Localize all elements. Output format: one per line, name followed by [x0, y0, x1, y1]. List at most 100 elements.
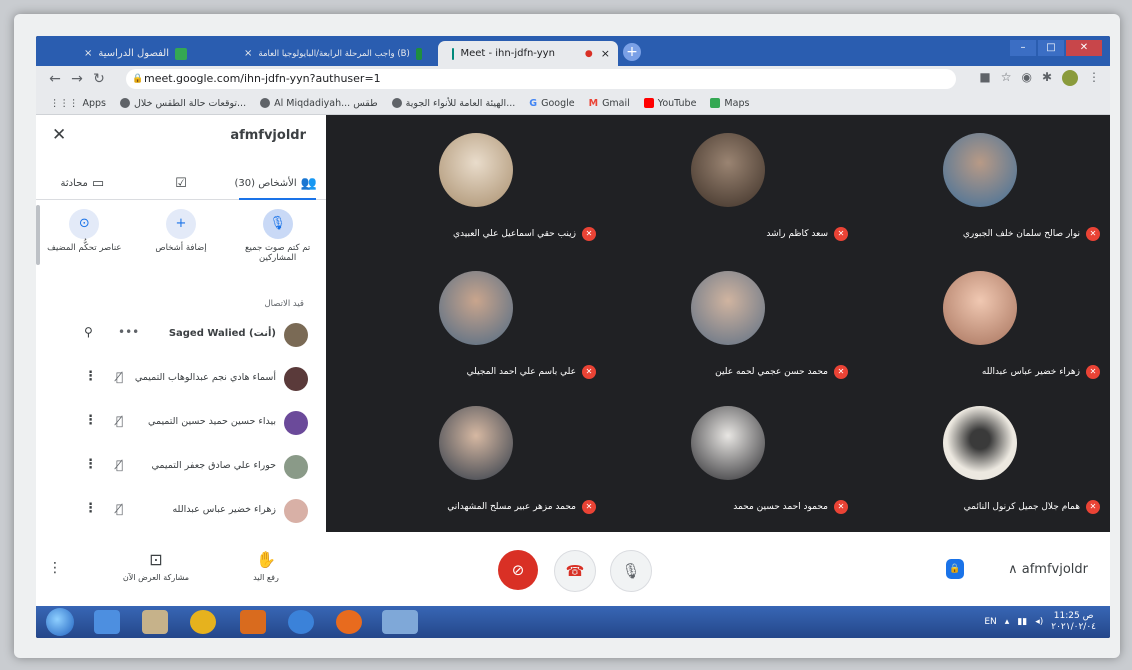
tab-activities[interactable]: ☑ [133, 167, 230, 199]
volume-icon[interactable]: ◂) [1035, 617, 1043, 627]
mic-off-icon: 🎙̸ [116, 414, 124, 428]
firefox-icon[interactable] [336, 610, 362, 634]
avatar [284, 499, 308, 523]
reload-icon[interactable]: ↻ [88, 71, 110, 87]
ie-icon[interactable] [94, 610, 120, 634]
mic-off-icon: 🎙̸ [116, 370, 124, 384]
start-button[interactable] [46, 608, 74, 636]
mic-off-icon: ✕ [834, 500, 848, 514]
tab-label: محادثة [60, 177, 88, 189]
explorer-icon[interactable] [142, 610, 168, 634]
present-now-button[interactable]: ⊡ مشاركة العرض الآن [116, 550, 196, 582]
forward-icon[interactable]: → [66, 71, 88, 87]
language-indicator[interactable]: EN [984, 617, 996, 627]
puzzle-icon[interactable]: ✱ [1042, 70, 1052, 86]
people-icon: 👥 [300, 175, 317, 191]
tab-close-icon[interactable]: × [601, 47, 610, 60]
maximize-icon[interactable]: □ [1038, 40, 1064, 56]
classroom-icon [175, 47, 187, 60]
bookmark-miqdadiyah[interactable]: Al Miqdadiyah... طقس [260, 98, 378, 109]
participant-row[interactable]: ⚲ ••• Saged Walied (أنت) [36, 315, 326, 359]
new-tab-button[interactable]: + [623, 43, 641, 61]
raise-hand-button[interactable]: ✋ رفع اليد [226, 550, 306, 582]
bookmark-meteorology[interactable]: الهيئة العامة للأنواء الجوية... [391, 98, 515, 109]
bookmark-maps[interactable]: Maps [710, 98, 749, 109]
tab-strip: × الفصول الدراسية × واجب المرحلة الرابعة… [36, 36, 1110, 66]
clock[interactable]: 11:25 ص ٢٠٢١/٠٢/٠٤ [1051, 611, 1096, 633]
participant-tile[interactable]: همام جلال جميل كرنول النائمي ✕ [860, 400, 1100, 532]
bookmark-apps[interactable]: ⋮⋮⋮ Apps [50, 98, 106, 109]
app-icon[interactable] [288, 610, 314, 634]
meeting-details-button[interactable]: ∧ afmfvjoldr [1008, 562, 1088, 577]
clock-time: 11:25 ص [1053, 611, 1094, 621]
add-people-button[interactable]: + إضافة أشخاص [138, 209, 224, 279]
more-options-icon[interactable]: ⋮ [84, 369, 97, 384]
tab-chat[interactable]: محادثة ▭ [36, 167, 133, 199]
more-options-icon[interactable]: ⋮ [84, 501, 97, 516]
tab-close-icon[interactable]: × [244, 48, 252, 59]
profile-avatar[interactable] [1062, 70, 1078, 86]
address-bar-row: ← → ↻ 🔒 meet.google.com/ihn-jdfn-yyn?aut… [36, 66, 1110, 92]
bookmark-label: Google [541, 97, 575, 109]
participant-row[interactable]: ⋮ 🎙̸ حوراء علي صادق جعفر التميمي [36, 447, 326, 491]
participant-tile[interactable]: علي باسم علي احمد المجيلي ✕ [356, 265, 596, 397]
chrome-icon[interactable] [190, 610, 216, 634]
chrome-active-icon[interactable] [382, 610, 418, 634]
camera-icon[interactable]: ■ [979, 70, 990, 86]
bookmark-weather[interactable]: توقعات حالة الطقس خلال... [120, 98, 246, 109]
tab-people[interactable]: الأشخاص (30) 👥 [229, 167, 326, 200]
participant-row[interactable]: ⋮ 🎙̸ أسماء هادي نجم عبدالوهاب التميمي [36, 359, 326, 403]
tray-arrow-icon[interactable]: ▴ [1005, 617, 1010, 627]
security-shield-icon[interactable]: 🔒 [946, 559, 964, 579]
microphone-button[interactable]: 🎙 [610, 550, 652, 592]
pin-icon[interactable]: ⚲ [84, 325, 93, 339]
mute-all-button[interactable]: 🎙 تم كتم صوت جميع المشاركين [235, 209, 321, 279]
participant-tile[interactable]: زينب حقي اسماعيل علي العبيدي ✕ [356, 127, 596, 259]
video-grid: زينب حقي اسماعيل علي العبيدي ✕ سعد كاظم ر… [326, 115, 1110, 532]
media-player-icon[interactable] [240, 610, 266, 634]
minimize-icon[interactable]: – [1010, 40, 1036, 56]
panel-actions: ⊙ عناصر تحكُّم المضيف + إضافة أشخاص 🎙 تم… [36, 209, 326, 279]
more-options-icon[interactable]: ⋮ [84, 413, 97, 428]
menu-icon[interactable]: ⋮ [1088, 70, 1100, 86]
more-options-icon[interactable]: ••• [118, 325, 139, 339]
tab-close-icon[interactable]: × [84, 48, 92, 59]
camera-off-button[interactable]: ⊘ [498, 550, 538, 590]
participant-row[interactable]: ⋮ 🎙̸ بيداء حسين حميد حسين التميمي [36, 403, 326, 447]
participant-name: سعد كاظم راشد [766, 229, 828, 239]
mic-off-icon: ✕ [1086, 500, 1100, 514]
participant-tile[interactable]: زهراء خضير عباس عبدالله ✕ [860, 265, 1100, 397]
address-input[interactable]: 🔒 meet.google.com/ihn-jdfn-yyn?authuser=… [126, 69, 956, 89]
tab-classroom[interactable]: × الفصول الدراسية [76, 41, 236, 66]
action-label: تم كتم صوت جميع المشاركين [245, 243, 311, 263]
raise-hand-icon: ✋ [256, 550, 276, 569]
action-label: إضافة أشخاص [155, 243, 207, 253]
tab-meet[interactable]: Meet - ihn-jdfn-yyn ● × [438, 41, 618, 66]
network-icon[interactable]: ▮▮ [1017, 617, 1027, 627]
bookmark-label: YouTube [657, 97, 697, 109]
extension-icon[interactable]: ◉ [1021, 70, 1031, 86]
star-icon[interactable]: ☆ [1001, 70, 1012, 86]
close-panel-icon[interactable]: ✕ [52, 125, 66, 145]
participant-tile[interactable]: محمد حسن عجمي لحمه علين ✕ [608, 265, 848, 397]
back-icon[interactable]: ← [44, 71, 66, 87]
tab-label: الفصول الدراسية [98, 48, 169, 59]
extension-icons: ■ ☆ ◉ ✱ ⋮ [979, 70, 1100, 86]
tile-label: محمد مزهر عبير مسلح المشهداني ✕ [447, 500, 596, 514]
close-window-icon[interactable]: ✕ [1066, 40, 1102, 56]
host-controls-button[interactable]: ⊙ عناصر تحكُّم المضيف [41, 209, 127, 279]
bookmark-google[interactable]: G Google [529, 98, 574, 109]
participant-row[interactable]: ⋮ 🎙̸ زهراء خضير عباس عبدالله [36, 491, 326, 535]
tile-label: زهراء خضير عباس عبدالله ✕ [982, 365, 1100, 379]
more-options-icon[interactable]: ⋮ [48, 560, 62, 576]
bookmark-youtube[interactable]: YouTube [643, 97, 697, 109]
leave-call-button[interactable]: ☎ [554, 550, 596, 592]
more-options-icon[interactable]: ⋮ [84, 457, 97, 472]
participant-tile[interactable]: محمود احمد حسين محمد ✕ [608, 400, 848, 532]
tab-assignment[interactable]: × واجب المرحلة الرابعة/البايولوجيا العام… [236, 41, 436, 66]
participant-tile[interactable]: سعد كاظم راشد ✕ [608, 127, 848, 259]
participant-tile[interactable]: محمد مزهر عبير مسلح المشهداني ✕ [356, 400, 596, 532]
bookmark-label: توقعات حالة الطقس خلال... [134, 97, 247, 109]
participant-tile[interactable]: نوار صالح سلمان خلف الجبوري ✕ [860, 127, 1100, 259]
bookmark-gmail[interactable]: M Gmail [589, 98, 630, 109]
